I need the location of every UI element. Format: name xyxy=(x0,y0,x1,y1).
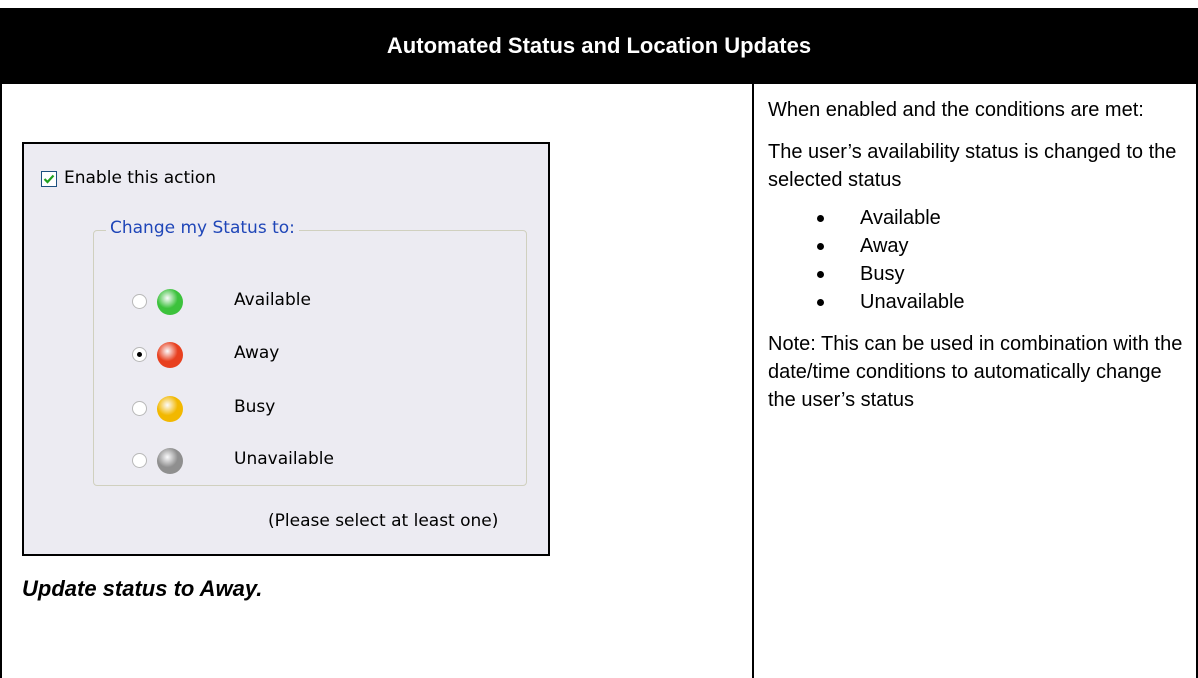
status-option-label: Unavailable xyxy=(234,449,334,469)
status-dot-icon xyxy=(157,448,183,474)
bullet-text: Available xyxy=(860,207,941,229)
status-option-label: Available xyxy=(234,290,311,310)
bullet-item: Available xyxy=(768,204,1188,232)
bullet-icon xyxy=(817,215,824,222)
bullet-item: Unavailable xyxy=(768,288,1188,316)
body-text: The user’s availability status is change… xyxy=(768,141,1177,191)
enable-action-checkbox[interactable] xyxy=(41,171,57,187)
column-divider xyxy=(752,84,754,678)
status-group-label: Change my Status to: xyxy=(106,218,299,238)
bullet-icon xyxy=(817,271,824,278)
radio-button[interactable] xyxy=(132,401,147,416)
bullet-icon xyxy=(817,299,824,306)
table-border-left xyxy=(0,84,2,678)
radio-button[interactable] xyxy=(132,294,147,309)
status-bullet-list: Available Away Busy Unavailable xyxy=(768,204,1188,316)
note-text: Note: This can be used in combination wi… xyxy=(768,333,1183,411)
status-option-label: Away xyxy=(234,343,280,363)
table-title: Automated Status and Location Updates xyxy=(386,33,812,58)
settings-screenshot-panel: Enable this action Change my Status to: … xyxy=(22,142,550,556)
selection-hint: (Please select at least one) xyxy=(268,511,499,531)
radio-button[interactable] xyxy=(132,347,147,362)
bullet-icon xyxy=(817,243,824,250)
status-dot-icon xyxy=(157,289,183,315)
intro-text: When enabled and the conditions are met: xyxy=(768,99,1144,121)
status-option-label: Busy xyxy=(234,397,276,417)
enable-action-label: Enable this action xyxy=(64,168,217,188)
status-dot-icon xyxy=(157,342,183,368)
bullet-item: Busy xyxy=(768,260,1188,288)
status-dot-icon xyxy=(157,396,183,422)
bullet-text: Away xyxy=(860,235,909,257)
description-column: When enabled and the conditions are met:… xyxy=(768,96,1188,428)
bullet-text: Busy xyxy=(860,263,905,285)
checkmark-icon xyxy=(43,174,55,184)
bullet-item: Away xyxy=(768,232,1188,260)
radio-button[interactable] xyxy=(132,453,147,468)
bullet-text: Unavailable xyxy=(860,291,965,313)
table-header: Automated Status and Location Updates xyxy=(0,8,1198,84)
radio-selected-dot xyxy=(137,352,142,357)
figure-caption: Update status to Away. xyxy=(22,576,263,601)
